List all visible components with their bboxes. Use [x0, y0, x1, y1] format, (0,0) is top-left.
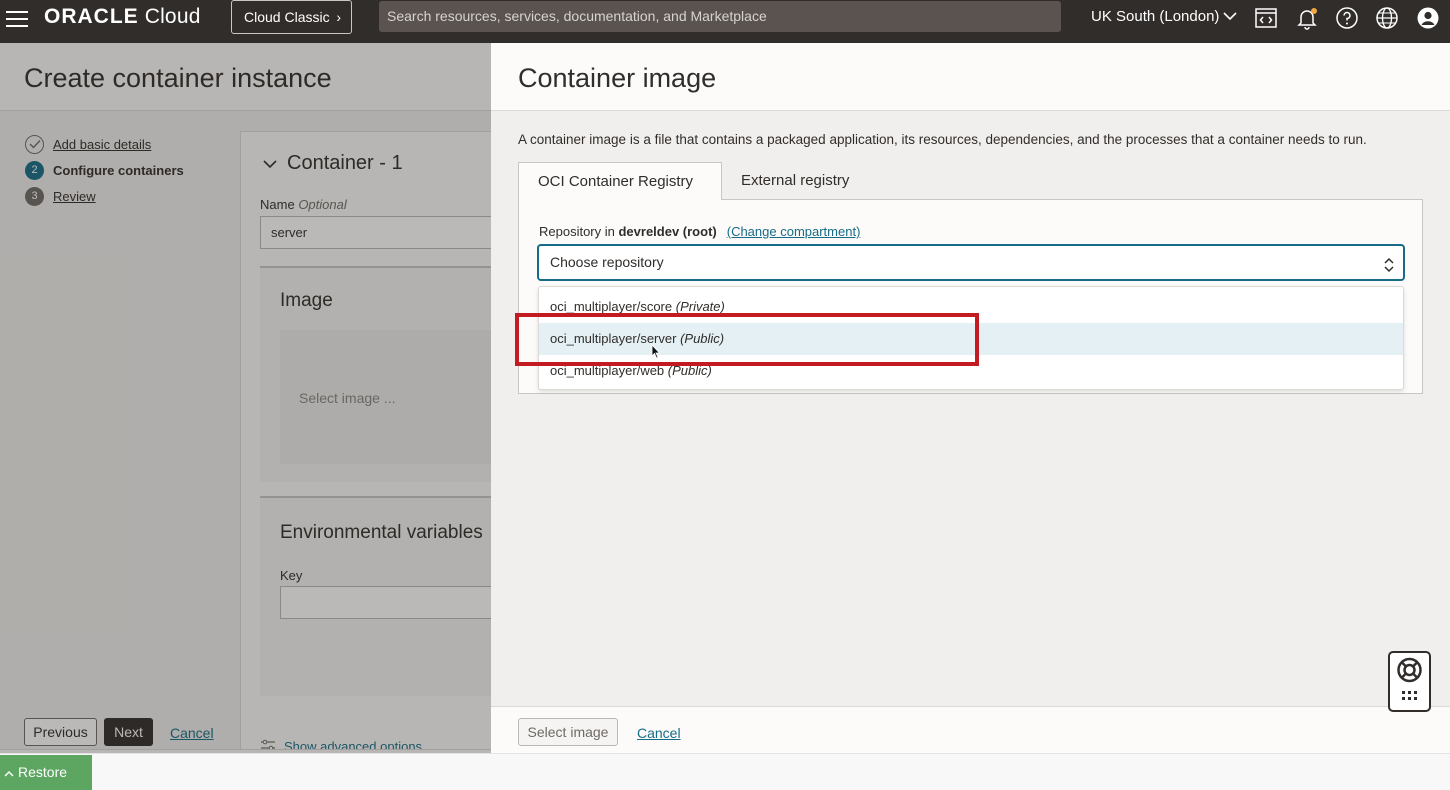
chevron-right-icon: › — [336, 9, 341, 25]
option-name: oci_multiplayer/score — [550, 299, 673, 314]
cloud-classic-button[interactable]: Cloud Classic › — [231, 0, 352, 34]
top-navigation-bar: ORACLE Cloud Cloud Classic › Search resou… — [0, 0, 1450, 43]
grid-dots-icon — [1402, 691, 1417, 700]
repository-label: Repository in devreldev (root) (Change co… — [539, 224, 860, 239]
container-image-drawer: Container image A container image is a f… — [491, 43, 1450, 753]
repository-select[interactable]: Choose repository — [537, 244, 1405, 281]
select-arrows-icon — [1383, 253, 1395, 273]
region-label: UK South (London) — [1091, 8, 1220, 25]
modal-overlay[interactable] — [0, 43, 491, 753]
change-compartment-link[interactable]: (Change compartment) — [727, 224, 861, 239]
globe-icon[interactable] — [1375, 6, 1399, 30]
search-input[interactable]: Search resources, services, documentatio… — [379, 1, 1061, 32]
drawer-footer — [491, 706, 1450, 753]
tab-external-registry[interactable]: External registry — [722, 162, 868, 200]
drawer-description: A container image is a file that contain… — [518, 132, 1367, 147]
drawer-title: Container image — [518, 63, 717, 93]
restore-button[interactable]: Restore — [0, 755, 92, 790]
select-image-button[interactable]: Select image — [518, 718, 618, 746]
compartment-name: devreldev (root) — [618, 224, 717, 239]
lifebuoy-icon — [1397, 657, 1422, 683]
option-visibility: (Private) — [675, 299, 725, 314]
caret-up-icon — [4, 755, 14, 790]
cloud-classic-label: Cloud Classic — [244, 9, 330, 25]
repository-label-prefix: Repository in — [539, 224, 619, 239]
oracle-cloud-logo[interactable]: ORACLE Cloud — [44, 6, 201, 28]
repository-select-value: Choose repository — [550, 254, 664, 270]
annotation-highlight-box — [515, 313, 979, 366]
help-icon[interactable] — [1335, 6, 1359, 30]
mouse-cursor-icon — [651, 343, 661, 359]
restore-label: Restore — [18, 764, 68, 780]
drawer-cancel-link[interactable]: Cancel — [637, 725, 681, 741]
menu-icon[interactable] — [6, 8, 28, 30]
user-icon[interactable] — [1416, 6, 1440, 30]
bottom-strip — [0, 753, 1450, 790]
chevron-down-icon — [1223, 8, 1237, 25]
drawer-header: Container image — [491, 43, 1450, 111]
bell-icon[interactable] — [1295, 6, 1319, 30]
region-selector[interactable]: UK South (London) — [1091, 8, 1237, 25]
brand-sub: Cloud — [138, 5, 201, 28]
help-widget[interactable] — [1388, 651, 1431, 712]
code-editor-icon[interactable] — [1254, 6, 1278, 30]
brand-main: ORACLE — [44, 5, 139, 28]
tab-oci-container-registry[interactable]: OCI Container Registry — [518, 162, 722, 200]
